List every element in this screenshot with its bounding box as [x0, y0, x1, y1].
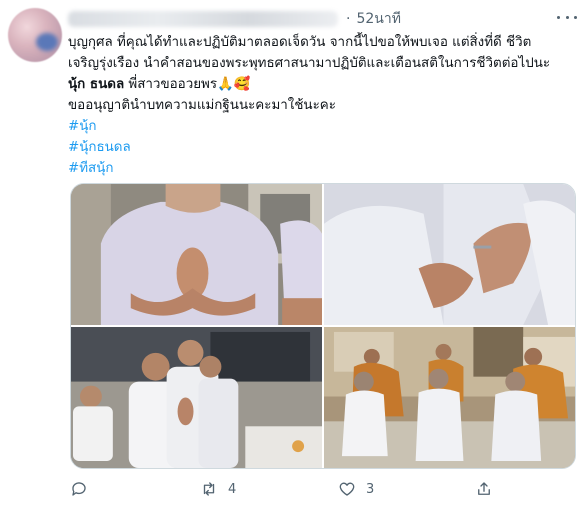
photo-3-image [71, 327, 322, 468]
username-blurred[interactable] [68, 11, 338, 27]
photo-1-image [71, 184, 322, 325]
mention-name: นุ้ก ธนดล [68, 77, 125, 92]
tweet-time[interactable]: · 52นาที [346, 8, 401, 30]
photo-3[interactable] [71, 327, 322, 468]
photo-2[interactable] [324, 184, 575, 325]
reply-icon [72, 482, 86, 496]
like-button[interactable]: 3 [338, 480, 374, 498]
share-icon [478, 482, 490, 495]
media-grid [70, 183, 576, 469]
tweet-text: บุญกุศล ที่คุณได้ทำและปฏิบัติมาตลอดเจ็ดว… [68, 32, 580, 179]
photo-4[interactable] [324, 327, 575, 468]
hashtag-team-nook[interactable]: #ทีสนุ้ก [68, 158, 580, 179]
more-options-icon[interactable] [557, 10, 577, 24]
blessing-text: พี่สาวขออวยพร🙏🥰 [124, 77, 251, 92]
photo-1[interactable] [71, 184, 322, 325]
tweet-line-3: นุ้ก ธนดล พี่สาวขออวยพร🙏🥰 [68, 74, 580, 95]
hashtag-nook[interactable]: #นุ้ก [68, 116, 580, 137]
tweet: · 52นาที บุญกุศล ที่คุณได้ทำและปฏิบัติมาต… [0, 0, 587, 507]
like-count: 3 [366, 481, 375, 497]
tweet-actions: 4 3 [70, 480, 500, 502]
heart-icon [339, 482, 355, 496]
tweet-line-2: เจริญรุ่งเรือง นำคำสอนของพระพุทธศาสนามาป… [68, 56, 551, 71]
credit-line: ขออนุญาตินำบทความแม่กฐินนะคะมาใช้นะคะ [68, 98, 336, 113]
time-separator: · [346, 11, 351, 27]
photo-2-image [324, 184, 575, 325]
hashtag-nook-thanadol[interactable]: #นุ้กธนดล [68, 137, 580, 158]
time-label: 52นาที [356, 11, 401, 27]
retweet-icon [203, 482, 215, 496]
share-button[interactable] [475, 480, 493, 498]
photo-4-image [324, 327, 575, 468]
retweet-button[interactable]: 4 [200, 480, 236, 498]
retweet-count: 4 [228, 481, 237, 497]
tweet-line-1: บุญกุศล ที่คุณได้ทำและปฏิบัติมาตลอดเจ็ดว… [68, 35, 532, 50]
avatar-detail [36, 33, 58, 51]
reply-button[interactable] [70, 480, 88, 498]
